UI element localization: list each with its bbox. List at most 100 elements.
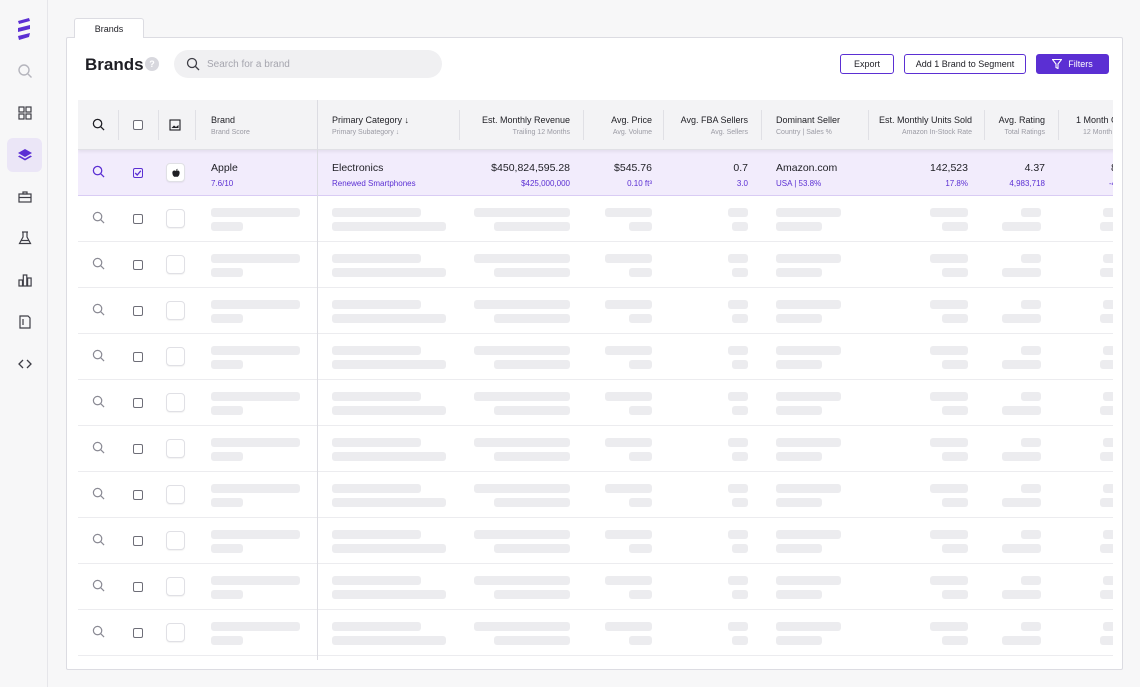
search-icon[interactable]	[92, 303, 105, 316]
sidebar-item-reports[interactable]	[7, 305, 42, 339]
column-price[interactable]: Avg. Price Avg. Volume	[592, 100, 652, 150]
skeleton-bar	[605, 346, 652, 355]
skeleton-bar	[728, 484, 748, 493]
row-checkbox[interactable]	[133, 444, 143, 454]
logo[interactable]	[14, 18, 34, 42]
search-icon[interactable]	[92, 579, 105, 592]
sidebar-item-analytics[interactable]	[7, 263, 42, 297]
header-divider	[984, 110, 985, 140]
table-row-loading[interactable]	[78, 380, 1113, 426]
export-button[interactable]: Export	[840, 54, 894, 74]
row-checkbox[interactable]	[133, 214, 143, 224]
column-units-sold[interactable]: Est. Monthly Units Sold Amazon In-Stock …	[872, 100, 972, 150]
table-row[interactable]: Apple 7.6/10 Electronics Renewed Smartph…	[78, 150, 1113, 196]
row-checkbox[interactable]	[133, 536, 143, 546]
row-checkbox[interactable]	[133, 306, 143, 316]
sidebar-item-portfolio[interactable]	[7, 180, 42, 214]
table-row-loading[interactable]	[78, 426, 1113, 472]
column-revenue[interactable]: Est. Monthly Revenue Trailing 12 Months	[470, 100, 570, 150]
flask-icon	[17, 231, 32, 245]
table-row-loading[interactable]	[78, 288, 1113, 334]
skeleton-bar	[629, 268, 652, 277]
column-brand[interactable]: Brand Brand Score	[211, 100, 311, 150]
skeleton-bar	[332, 544, 446, 553]
skeleton-bar	[1103, 484, 1113, 493]
skeleton-bar	[930, 346, 968, 355]
table-row-loading[interactable]	[78, 610, 1113, 656]
growth-12m: -4	[1109, 179, 1113, 188]
table-row-loading[interactable]	[78, 518, 1113, 564]
sidebar-item-dashboard[interactable]	[7, 96, 42, 130]
skeleton-bar	[930, 208, 968, 217]
search-icon[interactable]	[92, 487, 105, 500]
search-icon[interactable]	[92, 625, 105, 638]
sidebar-item-api[interactable]	[7, 347, 42, 381]
skeleton-bar	[605, 622, 652, 631]
table-row-loading[interactable]	[78, 334, 1113, 380]
search-icon[interactable]	[92, 533, 105, 546]
table-row-loading[interactable]	[78, 242, 1113, 288]
skeleton-bar	[728, 346, 748, 355]
skeleton-bar	[728, 392, 748, 401]
skeleton-bar	[1021, 254, 1041, 263]
table-row-loading[interactable]	[78, 564, 1113, 610]
brand-thumbnail	[166, 347, 185, 366]
sidebar-item-brands[interactable]	[7, 138, 42, 172]
skeleton-bar	[605, 576, 652, 585]
table-row-loading[interactable]	[78, 196, 1113, 242]
skeleton-bar	[332, 530, 421, 539]
skeleton-bar	[942, 590, 968, 599]
column-dominant-seller[interactable]: Dominant Seller Country | Sales %	[776, 100, 866, 150]
sidebar-item-search[interactable]	[7, 54, 42, 88]
skeleton-bar	[1100, 452, 1113, 461]
column-sublabel: Avg. Sellers	[710, 129, 748, 136]
column-fba-sellers[interactable]: Avg. FBA Sellers Avg. Sellers	[668, 100, 748, 150]
brand-score: 7.6/10	[211, 179, 234, 188]
sidebar-item-lab[interactable]	[7, 221, 42, 255]
skeleton-bar	[494, 268, 570, 277]
help-icon[interactable]: ?	[145, 57, 159, 71]
search-icon[interactable]	[92, 118, 105, 131]
brand-name[interactable]: Apple	[211, 162, 238, 174]
skeleton-bar	[776, 452, 822, 461]
search-icon[interactable]	[92, 165, 105, 178]
row-checkbox[interactable]	[133, 490, 143, 500]
column-label: Primary Category ↓	[332, 115, 410, 125]
tab-brands[interactable]: Brands	[74, 18, 144, 38]
search-input[interactable]	[207, 50, 427, 78]
search-icon[interactable]	[92, 257, 105, 270]
skeleton-bar	[776, 254, 841, 263]
column-category[interactable]: Primary Category ↓ Primary Subategory ↓	[332, 100, 452, 150]
row-checkbox[interactable]	[133, 628, 143, 638]
skeleton-bar	[332, 498, 446, 507]
skeleton-bar	[494, 314, 570, 323]
select-all-checkbox[interactable]	[133, 120, 143, 130]
row-checkbox[interactable]	[133, 398, 143, 408]
skeleton-bar	[776, 622, 841, 631]
row-checkbox[interactable]	[133, 168, 143, 178]
row-checkbox[interactable]	[133, 352, 143, 362]
skeleton-bar	[776, 222, 822, 231]
skeleton-bar	[732, 498, 748, 507]
table-row-loading[interactable]	[78, 472, 1113, 518]
row-checkbox[interactable]	[133, 582, 143, 592]
search-icon[interactable]	[92, 441, 105, 454]
brand-search[interactable]	[174, 50, 442, 78]
column-growth[interactable]: 1 Month G 12 Month	[1076, 100, 1113, 150]
skeleton-bar	[776, 576, 841, 585]
grid-icon	[17, 106, 32, 120]
page-title: Brands	[85, 55, 144, 74]
skeleton-bar	[728, 254, 748, 263]
column-sublabel: Amazon In-Stock Rate	[901, 129, 972, 136]
row-checkbox[interactable]	[133, 260, 143, 270]
filters-button[interactable]: Filters	[1036, 54, 1109, 74]
skeleton-bar	[332, 360, 446, 369]
skeleton-bar	[942, 498, 968, 507]
search-icon[interactable]	[92, 349, 105, 362]
dominant-seller: Amazon.com	[776, 162, 838, 174]
search-icon[interactable]	[92, 395, 105, 408]
brand-thumbnail	[166, 531, 185, 550]
add-to-segment-button[interactable]: Add 1 Brand to Segment	[904, 54, 1026, 74]
column-rating[interactable]: Avg. Rating Total Ratings	[988, 100, 1045, 150]
search-icon[interactable]	[92, 211, 105, 224]
